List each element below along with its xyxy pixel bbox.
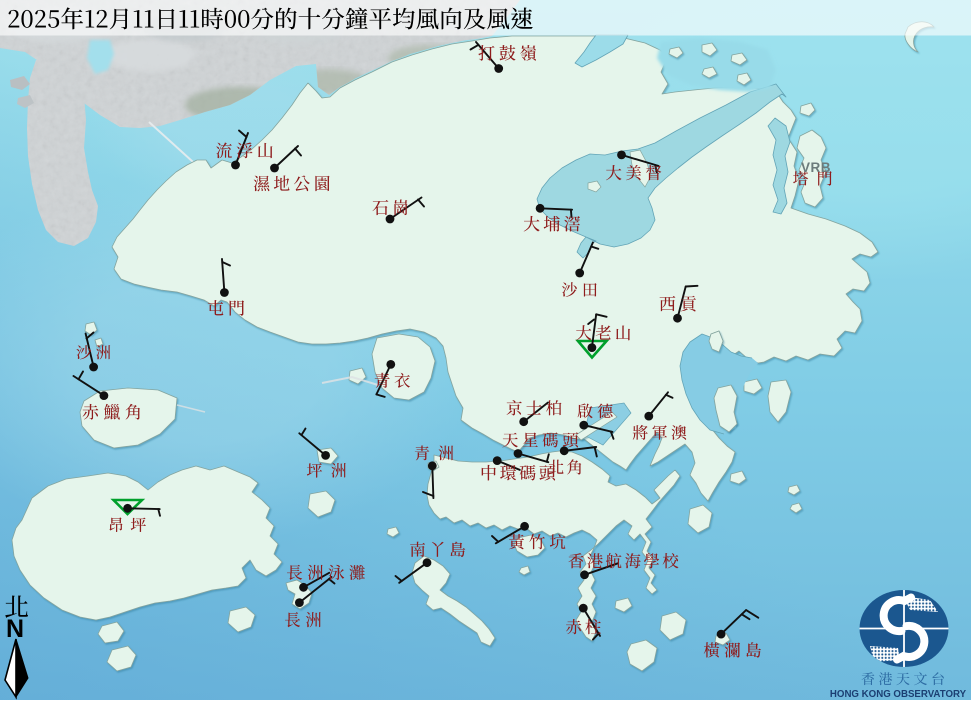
svg-text:HONG KONG OBSERVATORY: HONG KONG OBSERVATORY bbox=[830, 689, 967, 700]
svg-text:VRB: VRB bbox=[801, 160, 831, 175]
svg-text:N: N bbox=[6, 615, 24, 643]
